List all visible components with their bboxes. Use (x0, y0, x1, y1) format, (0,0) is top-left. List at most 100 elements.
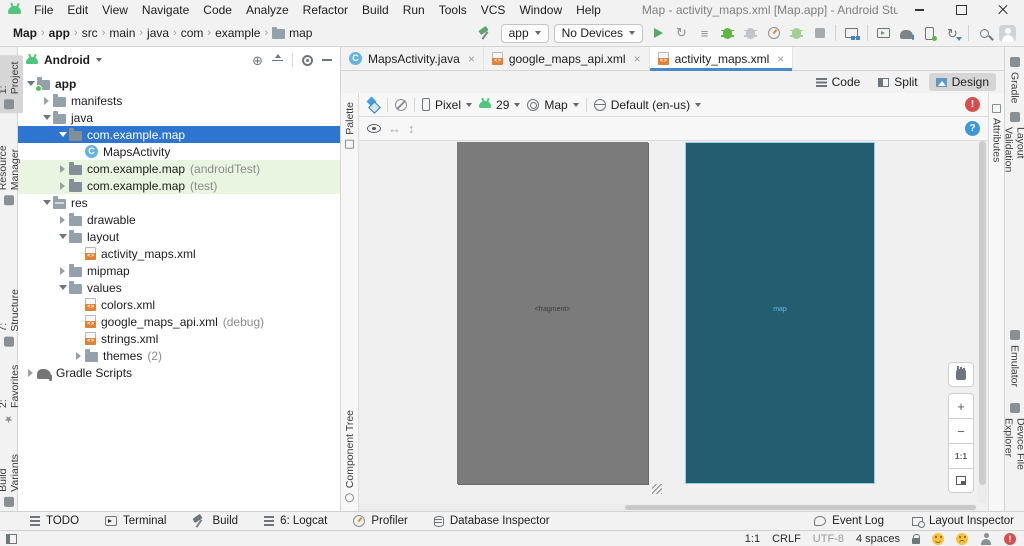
close-tab-icon[interactable]: × (468, 53, 475, 65)
menu-vcs[interactable]: VCS (474, 2, 513, 18)
editor-tab-MapsActivity.java[interactable]: MapsActivity.java × (341, 47, 484, 70)
happy-feedback-icon[interactable] (932, 532, 944, 545)
chevron-down-icon[interactable] (96, 58, 102, 62)
menu-analyze[interactable]: Analyze (239, 2, 296, 18)
menu-window[interactable]: Window (512, 2, 569, 18)
tree-item-google_maps_api.xml[interactable]: google_maps_api.xml (debug) (18, 313, 340, 330)
status-utf-8[interactable]: UTF-8 (813, 533, 844, 545)
sidebar-tab-7-structure[interactable]: 7: Structure (0, 284, 23, 351)
tree-item-MapsActivity[interactable]: MapsActivity (18, 143, 340, 160)
project-view-selector[interactable]: Android (44, 53, 90, 67)
horizontal-scrollbar[interactable] (359, 504, 978, 511)
chevron-down-icon[interactable] (56, 132, 69, 137)
breadcrumb-java[interactable]: java (144, 24, 172, 42)
sync-project-gradle-button[interactable] (896, 23, 917, 43)
stop-button[interactable] (809, 23, 830, 43)
component-tree-tab[interactable]: Component Tree (343, 407, 357, 505)
tree-item-app[interactable]: app (18, 75, 340, 92)
profile-button[interactable] (763, 23, 784, 43)
tree-item-com.example.map[interactable]: com.example.map (test) (18, 177, 340, 194)
chevron-right-icon[interactable] (72, 351, 85, 360)
horizontal-arrows-icon[interactable]: ↔ (388, 121, 401, 136)
restart-activity-button[interactable]: ↻ (671, 23, 692, 43)
emulator-button[interactable] (873, 23, 894, 43)
zoom-ratio-button[interactable]: 1:1 (948, 443, 974, 468)
attach-debugger-button[interactable] (740, 23, 761, 43)
breadcrumb-Map[interactable]: Map (10, 24, 40, 42)
close-tab-icon[interactable]: × (634, 53, 641, 65)
status-crlf[interactable]: CRLF (772, 533, 801, 545)
toolwindow-build[interactable]: Build (192, 514, 238, 528)
mode-split-button[interactable]: Split (871, 73, 924, 91)
tree-item-res[interactable]: res (18, 194, 340, 211)
toolwindow-6-logcat[interactable]: 6: Logcat (264, 515, 327, 527)
chevron-down-icon[interactable] (56, 234, 69, 239)
breadcrumb-app[interactable]: app (46, 24, 73, 42)
debug-button[interactable] (717, 23, 738, 43)
pan-hand-button[interactable] (948, 362, 974, 387)
breadcrumb-map[interactable]: map (269, 24, 315, 42)
run-configuration-select[interactable]: app (500, 23, 549, 43)
tool-window-toggle-icon[interactable] (6, 533, 17, 544)
error-notification-icon[interactable]: ! (1004, 532, 1016, 545)
chevron-right-icon[interactable] (56, 164, 69, 173)
design-canvas[interactable]: <fragment> map + − 1:1 (359, 141, 988, 511)
close-icon[interactable] (982, 0, 1024, 20)
zoom-fit-button[interactable] (948, 468, 974, 493)
sidebar-tab-emulator[interactable]: Emulator (1007, 326, 1023, 391)
device-manager-button[interactable] (841, 23, 862, 43)
maximize-icon[interactable] (940, 0, 982, 20)
sidebar-tab-device-file-explorer[interactable]: Device File Explorer (1001, 399, 1024, 511)
build-hammer-button[interactable] (475, 23, 496, 43)
device-select[interactable]: No Devices (553, 23, 643, 43)
chevron-down-icon[interactable] (56, 285, 69, 290)
menu-build[interactable]: Build (355, 2, 396, 18)
menu-file[interactable]: File (27, 2, 60, 18)
locate-file-icon[interactable]: ⊕ (252, 54, 263, 67)
chevron-down-icon[interactable] (40, 200, 53, 205)
menu-edit[interactable]: Edit (60, 2, 95, 18)
resize-handle[interactable] (652, 484, 662, 494)
tree-item-values[interactable]: values (18, 279, 340, 296)
chevron-right-icon[interactable] (40, 96, 53, 105)
chevron-right-icon[interactable] (56, 266, 69, 275)
menu-help[interactable]: Help (569, 2, 608, 18)
tree-item-mipmap[interactable]: mipmap (18, 262, 340, 279)
tree-item-drawable[interactable]: drawable (18, 211, 340, 228)
blueprint-preview[interactable]: map (685, 142, 875, 484)
privacy-icon[interactable] (980, 532, 992, 545)
breadcrumb-src[interactable]: src (79, 24, 101, 42)
tree-item-manifests[interactable]: manifests (18, 92, 340, 109)
run-button[interactable] (648, 23, 669, 43)
apply-code-changes-button[interactable] (786, 23, 807, 43)
toolwindow-todo[interactable]: TODO (30, 515, 79, 527)
tree-item-activity_maps.xml[interactable]: activity_maps.xml (18, 245, 340, 262)
menu-navigate[interactable]: Navigate (135, 2, 196, 18)
sidebar-tab-layout-validation[interactable]: Layout Validation (1001, 108, 1024, 206)
tree-item-com.example.map[interactable]: com.example.map (18, 126, 340, 143)
sidebar-tab-resource-manager[interactable]: Resource Manager (0, 113, 23, 209)
error-badge[interactable]: ! (965, 97, 980, 112)
breadcrumb-main[interactable]: main (106, 24, 138, 42)
close-tab-icon[interactable]: × (777, 53, 784, 65)
tree-item-layout[interactable]: layout (18, 228, 340, 245)
apply-changes-button[interactable]: ≡ (694, 23, 715, 43)
toolwindow-database-inspector[interactable]: Database Inspector (433, 515, 550, 527)
tree-item-strings.xml[interactable]: strings.xml (18, 330, 340, 347)
tree-item-java[interactable]: java (18, 109, 340, 126)
sidebar-tab-1-project[interactable]: 1: Project (0, 55, 23, 114)
orientation-icon[interactable] (395, 98, 407, 111)
avatar[interactable] (997, 23, 1018, 43)
toolwindow-event-log[interactable]: Event Log (814, 515, 884, 527)
chevron-right-icon[interactable] (24, 368, 37, 377)
menu-refactor[interactable]: Refactor (296, 2, 355, 18)
sidebar-tab-2-favorites[interactable]: ★ 2: Favorites (0, 360, 23, 428)
design-preview[interactable]: <fragment> (457, 142, 648, 484)
collapse-all-icon[interactable] (272, 54, 283, 66)
tree-item-themes[interactable]: themes (2) (18, 347, 340, 364)
tree-item-colors.xml[interactable]: colors.xml (18, 296, 340, 313)
menu-tools[interactable]: Tools (432, 2, 474, 18)
sdk-manager-button[interactable] (919, 23, 940, 43)
editor-tab-google_maps_api.xml[interactable]: google_maps_api.xml × (484, 47, 650, 70)
chevron-right-icon[interactable] (56, 215, 69, 224)
